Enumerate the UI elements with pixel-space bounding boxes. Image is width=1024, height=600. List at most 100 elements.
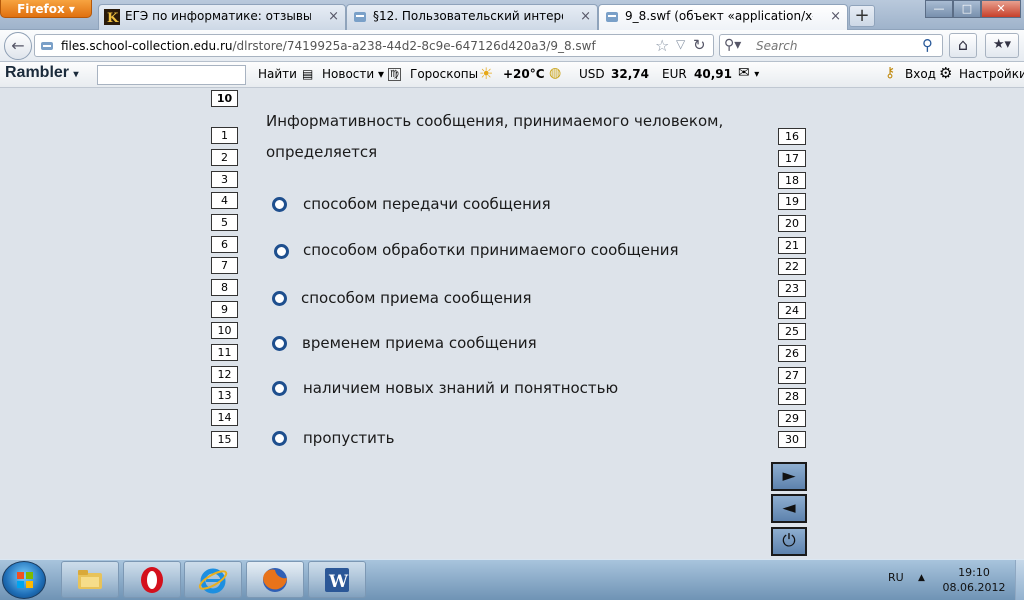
tab-swf-object[interactable]: 9_8.swf (объект «application/x-shockwave…: [598, 4, 848, 31]
system-clock[interactable]: 19:10 08.06.2012: [936, 565, 1012, 595]
taskbar-internet-explorer[interactable]: [184, 561, 242, 598]
question-number-15[interactable]: 15: [211, 431, 238, 448]
play-arrow-icon: ►: [782, 466, 796, 486]
tab-ege-reviews[interactable]: K ЕГЭ по информатике: отзывы ×: [98, 4, 346, 30]
tab-user-interface[interactable]: §12. Пользовательский интерфейс ×: [346, 4, 598, 30]
rambler-logo-text: Rambler: [5, 64, 70, 81]
question-number-27[interactable]: 27: [778, 367, 806, 384]
question-number-11[interactable]: 11: [211, 344, 238, 361]
question-number-20[interactable]: 20: [778, 215, 806, 232]
tab-close-icon[interactable]: ×: [328, 6, 339, 28]
question-number-18[interactable]: 18: [778, 172, 806, 189]
show-desktop-button[interactable]: [1015, 560, 1024, 600]
site-identity-icon[interactable]: [39, 38, 55, 54]
taskbar-opera[interactable]: [123, 561, 181, 598]
question-number-16[interactable]: 16: [778, 128, 806, 145]
question-number-14[interactable]: 14: [211, 409, 238, 426]
tray-expand-icon[interactable]: ▲: [918, 573, 925, 583]
back-arrow-icon: ←: [11, 36, 25, 55]
tab-title: 9_8.swf (объект «application/x-shockwave…: [625, 9, 813, 23]
question-number-28[interactable]: 28: [778, 388, 806, 405]
rambler-logo[interactable]: Rambler ▾: [5, 64, 79, 82]
back-button[interactable]: ←: [4, 32, 32, 60]
question-number-12[interactable]: 12: [211, 366, 238, 383]
rambler-settings[interactable]: Настройки: [959, 67, 1024, 81]
minimize-button[interactable]: —: [925, 0, 953, 18]
firefox-menu-button[interactable]: Firefox ▾: [0, 0, 92, 18]
search-engine-icon[interactable]: ⚲▾: [724, 37, 741, 53]
taskbar-firefox[interactable]: [246, 561, 304, 598]
tab-close-icon[interactable]: ×: [830, 6, 841, 28]
url-path: /dlrstore/7419925a-a238-44d2-8c9e-647126…: [232, 39, 596, 53]
question-number-1[interactable]: 1: [211, 127, 238, 144]
input-language-indicator[interactable]: RU: [888, 571, 904, 584]
radio-button[interactable]: [272, 381, 287, 396]
rambler-horoscopes[interactable]: Гороскопы: [410, 67, 478, 81]
mail-icon[interactable]: ✉ ▾: [738, 65, 759, 81]
bookmarks-menu-button[interactable]: ★▾: [985, 33, 1019, 58]
radio-button[interactable]: [272, 291, 287, 306]
question-number-10[interactable]: 10: [211, 322, 238, 339]
tab-close-icon[interactable]: ×: [580, 6, 591, 28]
next-button[interactable]: ►: [771, 462, 807, 491]
radio-button[interactable]: [272, 197, 287, 212]
search-input[interactable]: [756, 37, 906, 54]
home-button[interactable]: ⌂: [949, 33, 977, 58]
taskbar-word[interactable]: W: [308, 561, 366, 598]
question-number-22[interactable]: 22: [778, 258, 806, 275]
question-number-29[interactable]: 29: [778, 410, 806, 427]
url-bar[interactable]: files.school-collection.edu.ru/dlrstore/…: [34, 34, 714, 57]
new-tab-button[interactable]: +: [849, 5, 875, 27]
maximize-button[interactable]: □: [953, 0, 981, 18]
bookmark-star-icon[interactable]: ☆: [655, 36, 669, 55]
url-history-dropdown-icon[interactable]: ▽: [676, 37, 685, 51]
svg-text:W: W: [328, 572, 349, 592]
home-icon: ⌂: [957, 35, 969, 54]
question-number-21[interactable]: 21: [778, 237, 806, 254]
radio-button[interactable]: [274, 244, 289, 259]
rambler-toolbar: Rambler ▾ Найти ▤ Новости ▾ ♍ Гороскопы …: [0, 62, 1024, 88]
question-number-4[interactable]: 4: [211, 192, 238, 209]
currency-icon: ◍: [549, 65, 562, 81]
question-number-17[interactable]: 17: [778, 150, 806, 167]
svg-text:K: K: [107, 11, 119, 25]
back-arrow-icon: ◄: [782, 498, 796, 518]
radio-button[interactable]: [272, 431, 287, 446]
question-number-5[interactable]: 5: [211, 214, 238, 231]
question-line-2: определяется: [266, 143, 378, 161]
option-label: способом обработки принимаемого сообщени…: [303, 241, 679, 259]
question-number-6[interactable]: 6: [211, 236, 238, 253]
question-number-19[interactable]: 19: [778, 193, 806, 210]
start-button[interactable]: [2, 561, 46, 599]
search-icon[interactable]: ⚲: [922, 36, 933, 54]
search-bar[interactable]: ⚲▾ ⚲: [719, 34, 943, 57]
question-text: Информативность сообщения, принимаемого …: [266, 106, 766, 168]
rambler-find-button[interactable]: Найти: [258, 67, 297, 81]
exit-button[interactable]: ⏻: [771, 527, 807, 556]
rambler-news-menu[interactable]: Новости ▾: [322, 67, 384, 81]
rambler-search-input[interactable]: [97, 65, 246, 85]
question-number-24[interactable]: 24: [778, 302, 806, 319]
news-icon: ▤: [302, 67, 314, 81]
question-number-8[interactable]: 8: [211, 279, 238, 296]
question-number-9[interactable]: 9: [211, 301, 238, 318]
question-number-30[interactable]: 30: [778, 431, 806, 448]
question-number-25[interactable]: 25: [778, 323, 806, 340]
bookmarks-icon: ★▾: [992, 37, 1012, 52]
page-icon: [606, 12, 618, 22]
previous-button[interactable]: ◄: [771, 494, 807, 523]
taskbar-explorer[interactable]: [61, 561, 119, 598]
rambler-login[interactable]: Вход: [905, 67, 936, 81]
url-text[interactable]: files.school-collection.edu.ru/dlrstore/…: [61, 39, 596, 53]
close-window-button[interactable]: ✕: [981, 0, 1021, 18]
question-number-26[interactable]: 26: [778, 345, 806, 362]
question-number-3[interactable]: 3: [211, 171, 238, 188]
rambler-temperature[interactable]: +20°C: [503, 67, 545, 81]
question-number-23[interactable]: 23: [778, 280, 806, 297]
reload-icon[interactable]: ↻: [693, 36, 706, 54]
settings-gear-icon: ⚙: [939, 64, 953, 82]
question-number-2[interactable]: 2: [211, 149, 238, 166]
question-number-7[interactable]: 7: [211, 257, 238, 274]
radio-button[interactable]: [272, 336, 287, 351]
question-number-13[interactable]: 13: [211, 387, 238, 404]
